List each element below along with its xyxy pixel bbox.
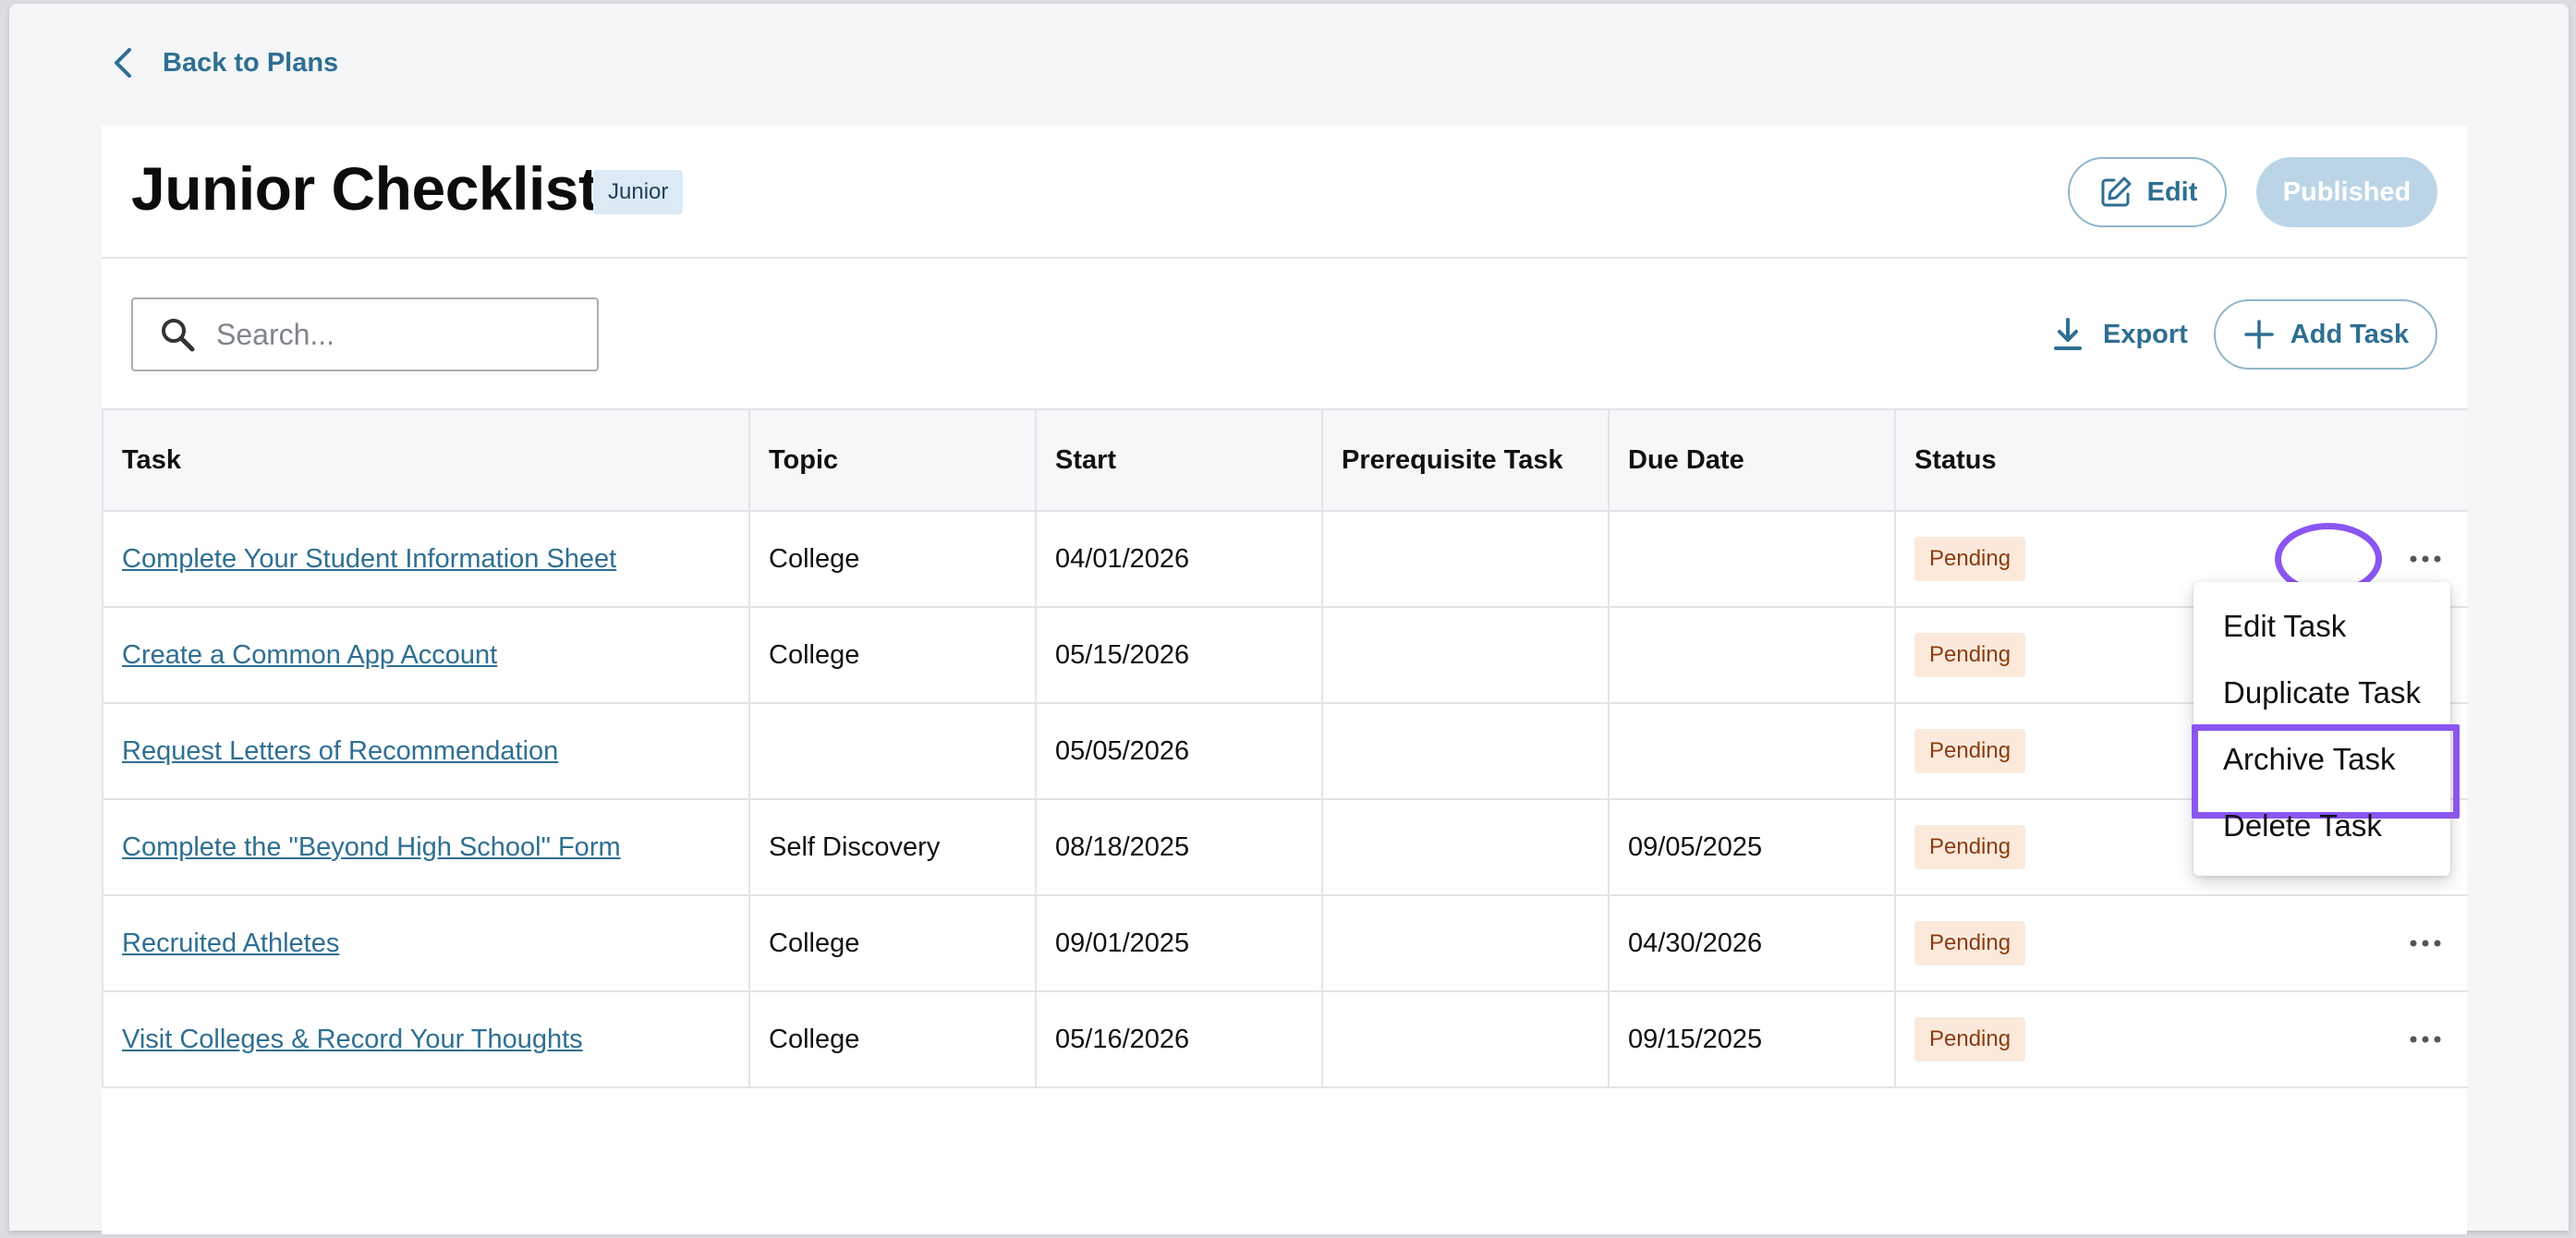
status-badge: Pending: [1914, 537, 2026, 581]
task-link[interactable]: Complete the "Beyond High School" Form: [122, 832, 621, 862]
search-input[interactable]: [216, 317, 567, 352]
prerequisite-cell: [1321, 798, 1610, 896]
table-row: Recruited Athletes College 09/01/2025 04…: [102, 894, 2468, 992]
card-header: Junior Checklist Junior Edit Published: [102, 126, 2467, 259]
status-badge: Pending: [1914, 1017, 2026, 1062]
task-link[interactable]: Visit Colleges & Record Your Thoughts: [122, 1025, 583, 1054]
start-cell: 05/16/2026: [1035, 990, 1323, 1088]
column-header-start[interactable]: Start: [1035, 408, 1323, 512]
prerequisite-cell: [1321, 702, 1610, 800]
start-cell: 04/01/2026: [1035, 510, 1323, 608]
column-header-status[interactable]: Status: [1894, 408, 2468, 512]
back-to-plans-link[interactable]: Back to Plans: [109, 41, 338, 85]
app-window: Back to Plans Junior Checklist Junior Ed…: [9, 4, 2569, 1234]
checklist-card: Junior Checklist Junior Edit Published S…: [102, 126, 2468, 1234]
table-row: Request Letters of Recommendation 05/05/…: [102, 702, 2468, 800]
menu-item-edit-task[interactable]: Edit Task: [2193, 593, 2450, 660]
tasks-table: Task Topic Start Prerequisite Task Due D…: [102, 408, 2468, 1088]
menu-item-archive-task[interactable]: Archive Task: [2192, 724, 2460, 819]
table-row: Complete the "Beyond High School" Form S…: [102, 798, 2468, 896]
row-actions-button[interactable]: [2405, 1021, 2446, 1058]
add-task-button-label: Add Task: [2290, 319, 2410, 349]
topic-cell: College: [748, 990, 1037, 1088]
table-header-row: Task Topic Start Prerequisite Task Due D…: [102, 408, 2468, 512]
row-actions-button[interactable]: [2405, 540, 2446, 577]
menu-item-delete-task[interactable]: Delete Task: [2193, 793, 2450, 859]
status-cell: Pending: [1894, 894, 2468, 992]
column-header-due-date[interactable]: Due Date: [1608, 408, 1896, 512]
search-field[interactable]: [131, 297, 599, 371]
start-cell: 05/05/2026: [1035, 702, 1323, 800]
published-button[interactable]: Published: [2256, 157, 2437, 227]
task-link[interactable]: Complete Your Student Information Sheet: [122, 544, 616, 574]
status-badge: Pending: [1914, 921, 2026, 965]
export-button-label: Export: [2103, 319, 2188, 349]
start-cell: 08/18/2025: [1035, 798, 1323, 896]
prerequisite-cell: [1321, 606, 1610, 704]
task-link[interactable]: Recruited Athletes: [122, 928, 339, 958]
column-header-task[interactable]: Task: [102, 408, 750, 512]
more-horizontal-icon: [2410, 1036, 2441, 1043]
due-date-cell: 04/30/2026: [1608, 894, 1896, 992]
chevron-left-icon: [115, 48, 131, 78]
menu-item-duplicate-task[interactable]: Duplicate Task: [2193, 660, 2450, 726]
task-link[interactable]: Create a Common App Account: [122, 640, 497, 670]
table-row: Complete Your Student Information Sheet …: [102, 510, 2468, 608]
prerequisite-cell: [1321, 510, 1610, 608]
plus-icon: [2244, 320, 2274, 349]
due-date-cell: [1608, 510, 1896, 608]
export-button[interactable]: Export: [2049, 303, 2188, 366]
due-date-cell: [1608, 606, 1896, 704]
column-header-topic[interactable]: Topic: [748, 408, 1037, 512]
more-horizontal-icon: [2410, 940, 2441, 947]
search-icon: [162, 319, 195, 352]
back-link-label: Back to Plans: [163, 47, 339, 78]
topic-cell: College: [748, 894, 1037, 992]
more-horizontal-icon: [2410, 555, 2441, 563]
status-badge: Pending: [1914, 729, 2026, 773]
page-title: Junior Checklist: [131, 154, 599, 223]
prerequisite-cell: [1321, 990, 1610, 1088]
topic-cell: Self Discovery: [748, 798, 1037, 896]
prerequisite-cell: [1321, 894, 1610, 992]
start-cell: 05/15/2026: [1035, 606, 1323, 704]
task-link[interactable]: Request Letters of Recommendation: [122, 736, 558, 766]
table-row: Visit Colleges & Record Your Thoughts Co…: [102, 990, 2468, 1088]
due-date-cell: 09/15/2025: [1608, 990, 1896, 1088]
topic-cell: College: [748, 510, 1037, 608]
status-cell: Pending: [1894, 990, 2468, 1088]
download-icon: [2054, 318, 2082, 350]
row-actions-menu: Edit Task Duplicate Task Archive Task De…: [2192, 582, 2460, 876]
edit-button[interactable]: Edit: [2068, 157, 2227, 227]
edit-button-label: Edit: [2146, 176, 2198, 207]
due-date-cell: [1608, 702, 1896, 800]
table-row: Create a Common App Account College 05/1…: [102, 606, 2468, 704]
pencil-square-icon: [2101, 176, 2132, 207]
start-cell: 09/01/2025: [1035, 894, 1323, 992]
topic-cell: [748, 702, 1037, 800]
due-date-cell: 09/05/2025: [1608, 798, 1896, 896]
status-badge: Pending: [1914, 825, 2026, 869]
row-actions-button[interactable]: [2405, 925, 2446, 962]
status-badge: Pending: [1914, 633, 2026, 677]
grade-badge: Junior: [593, 170, 684, 214]
topic-cell: College: [748, 606, 1037, 704]
column-header-prerequisite[interactable]: Prerequisite Task: [1321, 408, 1610, 512]
add-task-button[interactable]: Add Task: [2214, 299, 2437, 370]
